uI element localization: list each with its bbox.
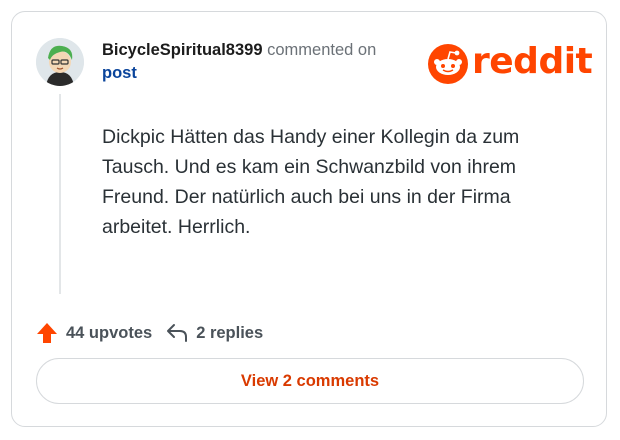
reply-arrow-icon: [167, 324, 188, 342]
post-link[interactable]: post: [102, 64, 137, 82]
upvotes[interactable]: 44 upvotes: [36, 322, 152, 344]
embedded-comment-card: BicycleSpiritual8399 commented on post r…: [11, 11, 607, 427]
reddit-logo[interactable]: reddit: [428, 41, 593, 86]
thread-line: [59, 94, 61, 294]
reddit-snoo-icon: [428, 44, 468, 84]
avatar-icon: [36, 38, 84, 86]
comment-header: BicycleSpiritual8399 commented on post: [102, 39, 412, 85]
replies-label: 2 replies: [196, 323, 264, 342]
reddit-wordmark: reddit: [472, 41, 593, 82]
user-avatar[interactable]: [36, 38, 84, 86]
upvotes-label: 44 upvotes: [66, 323, 153, 342]
comment-actions: 44 upvotes 2 replies: [36, 320, 263, 346]
username[interactable]: BicycleSpiritual8399: [102, 41, 263, 59]
replies[interactable]: 2 replies: [166, 323, 263, 343]
view-comments-button[interactable]: View 2 comments: [36, 358, 584, 404]
upvote-arrow-icon: [37, 323, 57, 343]
commented-on-text: commented on: [267, 41, 377, 59]
comment-body: Dickpic Hätten das Handy einer Kollegin …: [102, 126, 520, 238]
